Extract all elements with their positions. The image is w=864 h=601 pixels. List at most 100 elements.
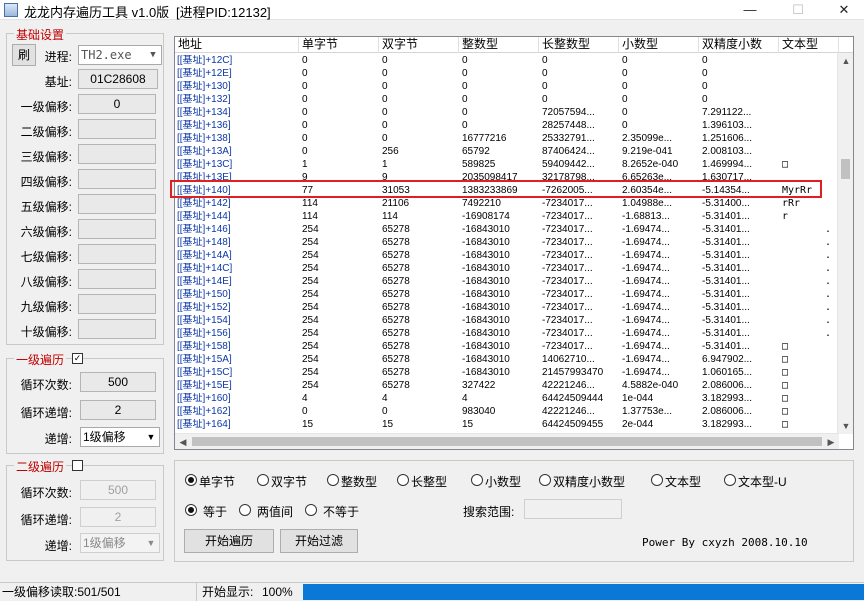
offset-field-6[interactable] — [78, 219, 156, 239]
horizontal-scrollbar[interactable]: ◀ ▶ — [175, 433, 839, 449]
table-row[interactable]: [[基址]+138] 0 0 16777216 25332791... 2.35099e.… — [175, 133, 839, 146]
loop1-target-select[interactable]: 1级偏移 ▼ — [80, 427, 160, 447]
loop2-step-field[interactable]: 2 — [80, 507, 156, 527]
table-row[interactable]: [[基址]+15E] 254 65278 327422 42221246... 4.588… — [175, 380, 839, 393]
compare-radio[interactable] — [239, 504, 251, 516]
column-header[interactable]: 双字节 — [379, 37, 459, 53]
refresh-button[interactable]: 刷 — [12, 44, 36, 66]
vertical-scrollbar[interactable]: ▲ ▼ — [837, 53, 853, 434]
loop1-count-field[interactable]: 500 — [80, 372, 156, 392]
scroll-up-icon[interactable]: ▲ — [838, 53, 853, 69]
type-radio-label[interactable]: 单字节 — [199, 473, 235, 490]
offset-field-7[interactable] — [78, 244, 156, 264]
type-radio[interactable] — [539, 474, 551, 486]
table-row[interactable]: [[基址]+160] 4 4 4 64424509444 1e-044 3.182993..… — [175, 393, 839, 406]
offset-field-3[interactable] — [78, 144, 156, 164]
value-cell: 9 — [382, 172, 388, 183]
table-row[interactable]: [[基址]+14A] 254 65278 -16843010 -7234017... -1… — [175, 250, 839, 263]
table-row[interactable]: [[基址]+130] 0 0 0 0 0 0 — [175, 81, 839, 94]
table-row[interactable]: [[基址]+15C] 254 65278 -16843010 21457993470 -1… — [175, 367, 839, 380]
close-icon[interactable]: ✕ — [824, 0, 864, 20]
table-row[interactable]: [[基址]+13C] 1 1 589825 59409442... 8.2652e-040… — [175, 159, 839, 172]
compare-radio[interactable] — [185, 504, 197, 516]
value-cell: -7234017... — [542, 211, 593, 222]
table-row[interactable]: [[基址]+152] 254 65278 -16843010 -7234017... -1… — [175, 302, 839, 315]
type-radio-label[interactable]: 双精度小数型 — [553, 473, 625, 490]
column-header[interactable]: 文本型 — [779, 37, 839, 53]
process-select[interactable]: TH2.exe ▼ — [78, 45, 162, 65]
table-row[interactable]: [[基址]+136] 0 0 0 28257448... 0 1.396103... — [175, 120, 839, 133]
table-row[interactable]: [[基址]+132] 0 0 0 0 0 0 — [175, 94, 839, 107]
table-row[interactable]: [[基址]+13A] 0 256 65792 87406424... 9.219e-041… — [175, 146, 839, 159]
table-row[interactable]: [[基址]+144] 114 114 -16908174 -7234017... -1.6… — [175, 211, 839, 224]
table-row[interactable]: [[基址]+146] 254 65278 -16843010 -7234017... -1… — [175, 224, 839, 237]
column-header[interactable]: 双精度小数 — [699, 37, 779, 53]
column-header[interactable]: 小数型 — [619, 37, 699, 53]
loop2-count-field[interactable]: 500 — [80, 480, 156, 500]
type-radio-label[interactable]: 文本型-U — [738, 473, 787, 490]
scroll-right-icon[interactable]: ▶ — [823, 434, 839, 449]
value-cell: 0 — [622, 120, 628, 131]
table-row[interactable]: [[基址]+134] 0 0 0 72057594... 0 7.291122... — [175, 107, 839, 120]
table-row[interactable]: [[基址]+164] 15 15 15 64424509455 2e-044 3.18299… — [175, 419, 839, 432]
loop2-target-select[interactable]: 1级偏移 ▼ — [80, 533, 160, 553]
offset-field-4[interactable] — [78, 169, 156, 189]
table-row[interactable]: [[基址]+12C] 0 0 0 0 0 0 — [175, 55, 839, 68]
loop1-checkbox[interactable]: ✓ — [72, 353, 83, 364]
hscroll-thumb[interactable] — [192, 437, 822, 446]
value-cell: 42221246... — [542, 406, 595, 417]
type-radio[interactable] — [471, 474, 483, 486]
column-header[interactable]: 单字节 — [299, 37, 379, 53]
table-row[interactable]: [[基址]+13E] 9 9 2035098417 32178798... 6.65263… — [175, 172, 839, 185]
table-row[interactable]: [[基址]+140] 77 31053 1383233869 -7262005... 2.… — [175, 185, 839, 198]
loop2-checkbox[interactable] — [72, 460, 83, 471]
type-radio[interactable] — [724, 474, 736, 486]
scroll-left-icon[interactable]: ◀ — [175, 434, 191, 449]
table-row[interactable]: [[基址]+14C] 254 65278 -16843010 -7234017... -1… — [175, 263, 839, 276]
type-radio[interactable] — [185, 474, 197, 486]
offset-field-9[interactable] — [78, 294, 156, 314]
loop1-step-field[interactable]: 2 — [80, 400, 156, 420]
table-row[interactable]: [[基址]+12E] 0 0 0 0 0 0 — [175, 68, 839, 81]
compare-radio-label[interactable]: 等于 — [203, 503, 227, 520]
value-cell: -1.69474... — [622, 250, 670, 261]
table-row[interactable]: [[基址]+14E] 254 65278 -16843010 -7234017... -1… — [175, 276, 839, 289]
table-row[interactable]: [[基址]+162] 0 0 983040 42221246... 1.37753e...… — [175, 406, 839, 419]
table-row[interactable]: [[基址]+148] 254 65278 -16843010 -7234017... -1… — [175, 237, 839, 250]
start-traverse-button[interactable]: 开始遍历 — [184, 529, 274, 553]
column-header[interactable]: 整数型 — [459, 37, 539, 53]
offset-field-5[interactable] — [78, 194, 156, 214]
maximize-icon[interactable]: ☐ — [778, 0, 818, 20]
table-row[interactable]: [[基址]+150] 254 65278 -16843010 -7234017... -1… — [175, 289, 839, 302]
table-row[interactable]: [[基址]+142] 114 21106 7492210 -7234017... 1.04… — [175, 198, 839, 211]
table-row[interactable]: [[基址]+156] 254 65278 -16843010 -7234017... -1… — [175, 328, 839, 341]
type-radio[interactable] — [327, 474, 339, 486]
compare-radio[interactable] — [305, 504, 317, 516]
table-row[interactable]: [[基址]+158] 254 65278 -16843010 -7234017... -1… — [175, 341, 839, 354]
type-radio[interactable] — [651, 474, 663, 486]
type-radio-label[interactable]: 整数型 — [341, 473, 377, 490]
base-address-field[interactable]: 01C28608 — [78, 69, 158, 89]
type-radio-label[interactable]: 文本型 — [665, 473, 701, 490]
column-header[interactable]: 地址 — [175, 37, 299, 53]
offset-field-2[interactable] — [78, 119, 156, 139]
minimize-icon[interactable]: — — [730, 0, 770, 20]
type-radio-label[interactable]: 双字节 — [271, 473, 307, 490]
compare-radio-label[interactable]: 不等于 — [323, 503, 359, 520]
table-row[interactable]: [[基址]+15A] 254 65278 -16843010 14062710... -1… — [175, 354, 839, 367]
type-radio[interactable] — [397, 474, 409, 486]
search-range-field[interactable] — [524, 499, 622, 519]
table-row[interactable]: [[基址]+154] 254 65278 -16843010 -7234017... -1… — [175, 315, 839, 328]
offset-field-8[interactable] — [78, 269, 156, 289]
results-grid[interactable]: 地址 单字节 双字节 整数型 长整数型 小数型 双精度小数 文本型 [[基址]+… — [174, 36, 854, 450]
scroll-down-icon[interactable]: ▼ — [838, 418, 853, 434]
compare-radio-label[interactable]: 两值间 — [257, 503, 293, 520]
offset-field-10[interactable] — [78, 319, 156, 339]
type-radio-label[interactable]: 长整型 — [411, 473, 447, 490]
type-radio-label[interactable]: 小数型 — [485, 473, 521, 490]
column-header[interactable]: 长整数型 — [539, 37, 619, 53]
type-radio[interactable] — [257, 474, 269, 486]
scroll-thumb[interactable] — [841, 159, 850, 179]
start-filter-button[interactable]: 开始过滤 — [280, 529, 358, 553]
offset-field-1[interactable]: 0 — [78, 94, 156, 114]
